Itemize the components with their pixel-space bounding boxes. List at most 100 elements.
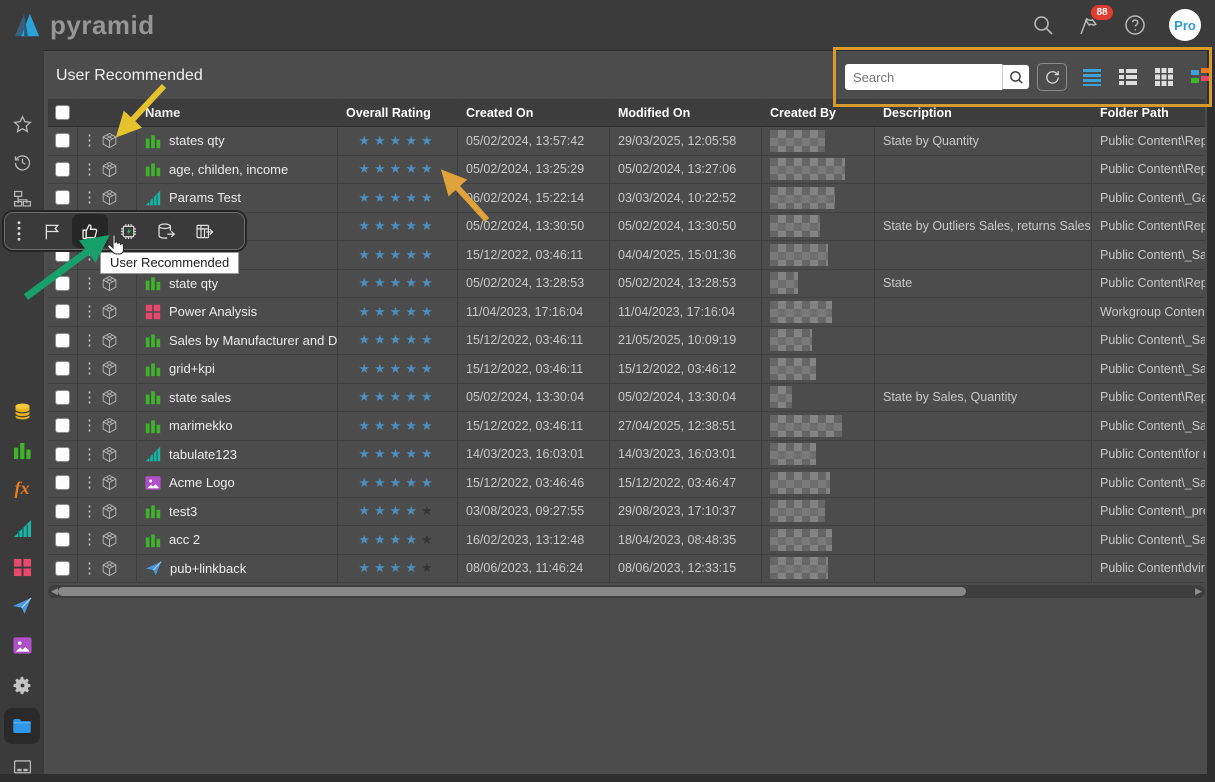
model-cube-icon[interactable] [100, 473, 119, 492]
toolbar-more-icon[interactable] [6, 214, 32, 248]
row-name-cell[interactable]: grid+kpi [137, 355, 338, 383]
row-checkbox[interactable] [55, 475, 70, 490]
model-cube-icon[interactable] [100, 331, 119, 350]
scroll-left-arrow[interactable]: ◀ [51, 586, 58, 597]
row-menu-icon[interactable]: ⋮ [82, 448, 90, 461]
scroll-right-arrow[interactable]: ▶ [1195, 586, 1202, 597]
row-name-cell[interactable]: state sales [137, 384, 338, 412]
table-row[interactable]: ⋮ pub+linkback ★★★★★ 08/06/2023, 11:46:2… [48, 555, 1205, 584]
row-name-cell[interactable]: tabulate123 [137, 441, 338, 469]
table-row[interactable]: ⋮ Acme Logo ★★★★★ 15/12/2022, 03:46:46 1… [48, 469, 1205, 498]
header-created-on[interactable]: Created On [458, 99, 610, 126]
user-recommended-button[interactable] [72, 214, 108, 248]
formulate-icon[interactable]: fx [4, 470, 40, 506]
row-menu-icon[interactable]: ⋮ [82, 533, 90, 546]
model-cube-icon[interactable] [100, 530, 119, 549]
row-checkbox[interactable] [55, 504, 70, 519]
global-search-icon[interactable] [1031, 13, 1055, 37]
illustrate-icon[interactable] [4, 627, 40, 663]
list-view-button[interactable] [1081, 66, 1103, 88]
row-checkbox[interactable] [55, 418, 70, 433]
table-row[interactable]: ⋮ age, childen, income ★★★★★ 05/02/2024,… [48, 156, 1205, 185]
row-menu-icon[interactable]: ⋮ [82, 391, 90, 404]
refresh-button[interactable] [1037, 63, 1067, 91]
data-export-button[interactable] [148, 214, 184, 248]
header-folder-path[interactable]: Folder Path [1092, 99, 1205, 126]
table-row[interactable]: ⋮ grid+kpi ★★★★★ 15/12/2022, 03:46:11 15… [48, 355, 1205, 384]
row-menu-icon[interactable]: ⋮ [82, 334, 90, 347]
row-name-cell[interactable]: pub+linkback [137, 555, 338, 583]
help-icon[interactable] [1123, 13, 1147, 37]
row-name-cell[interactable]: Power Analysis [137, 298, 338, 326]
row-name-cell[interactable]: marimekko [137, 412, 338, 440]
table-row[interactable]: ⋮ tabulate123 ★★★★★ 14/03/2023, 16:03:01… [48, 441, 1205, 470]
row-name-cell[interactable]: states qty [137, 127, 338, 155]
table-row[interactable]: ⋮ Params Test ★★★★★ 06/02/2024, 15:22:14… [48, 184, 1205, 213]
select-all-checkbox-box[interactable] [55, 105, 70, 120]
publish-icon[interactable] [4, 588, 40, 624]
admin-settings-icon[interactable] [4, 667, 40, 703]
scrollbar-thumb[interactable] [58, 587, 966, 596]
detail-view-button[interactable] [1117, 66, 1139, 88]
tabulate-icon[interactable] [4, 510, 40, 546]
user-avatar[interactable]: Pro [1169, 9, 1201, 41]
header-overall-rating[interactable]: Overall Rating [338, 99, 458, 126]
model-cube-icon[interactable] [100, 445, 119, 464]
select-all-checkbox[interactable] [48, 99, 78, 126]
row-name-cell[interactable]: test3 [137, 498, 338, 526]
row-checkbox[interactable] [55, 532, 70, 547]
row-menu-icon[interactable]: ⋮ [82, 505, 90, 518]
model-cube-icon[interactable] [100, 388, 119, 407]
row-name-cell[interactable]: Params Test [137, 184, 338, 212]
row-name-cell[interactable]: Acme Logo [137, 469, 338, 497]
header-description[interactable]: Description [875, 99, 1092, 126]
row-name-cell[interactable]: Sales by Manufacturer and Dem [137, 327, 338, 355]
row-menu-icon[interactable]: ⋮ [82, 248, 90, 261]
row-checkbox[interactable] [55, 333, 70, 348]
search-go-button[interactable] [1002, 64, 1030, 90]
table-row[interactable]: ⋮ state sales ★★★★★ 05/02/2024, 13:30:04… [48, 384, 1205, 413]
row-menu-icon[interactable]: ⋮ [82, 419, 90, 432]
table-row[interactable]: ⋮ states qty ★★★★★ 05/02/2024, 13:57:42 … [48, 127, 1205, 156]
table-row[interactable]: ⋮ Sales by Manufacturer and Dem ★★★★★ 15… [48, 327, 1205, 356]
model-cube-icon[interactable] [100, 359, 119, 378]
flag-button[interactable] [34, 214, 70, 248]
present-mode-icon[interactable] [4, 749, 40, 782]
recent-history-icon[interactable] [4, 144, 40, 180]
row-menu-icon[interactable]: ⋮ [82, 163, 90, 176]
row-checkbox[interactable] [55, 561, 70, 576]
header-modified-on[interactable]: Modified On [610, 99, 762, 126]
header-name[interactable]: Name [137, 99, 338, 126]
table-row[interactable]: ⋮ acc 2 ★★★★★ 16/02/2023, 13:12:48 18/04… [48, 526, 1205, 555]
row-name-cell[interactable]: acc 2 [137, 526, 338, 554]
model-cube-icon[interactable] [100, 502, 119, 521]
hierarchy-icon[interactable] [4, 180, 40, 216]
model-cube-icon[interactable] [100, 131, 119, 150]
row-menu-icon[interactable]: ⋮ [82, 134, 90, 147]
row-menu-icon[interactable]: ⋮ [82, 562, 90, 575]
table-row[interactable]: ⋮ Power Analysis ★★★★★ 11/04/2023, 17:16… [48, 298, 1205, 327]
tile-view-button[interactable] [1189, 66, 1211, 88]
model-cube-icon[interactable] [100, 274, 119, 293]
favorites-icon[interactable] [4, 106, 40, 142]
ai-chip-button[interactable] [110, 214, 146, 248]
row-checkbox[interactable] [55, 162, 70, 177]
model-cube-icon[interactable] [100, 302, 119, 321]
model-cube-icon[interactable] [100, 188, 119, 207]
row-name-cell[interactable]: age, childen, income [137, 156, 338, 184]
row-checkbox[interactable] [55, 276, 70, 291]
row-menu-icon[interactable]: ⋮ [82, 476, 90, 489]
table-export-button[interactable] [186, 214, 222, 248]
header-created-by[interactable]: Created By [762, 99, 875, 126]
model-cube-icon[interactable] [100, 559, 119, 578]
row-menu-icon[interactable]: ⋮ [82, 305, 90, 318]
row-menu-icon[interactable]: ⋮ [82, 277, 90, 290]
grid-view-button[interactable] [1153, 66, 1175, 88]
row-checkbox[interactable] [55, 390, 70, 405]
horizontal-scrollbar[interactable]: ◀ ▶ [48, 585, 1205, 598]
discover-icon[interactable] [4, 432, 40, 468]
row-checkbox[interactable] [55, 190, 70, 205]
table-row[interactable]: ⋮ test3 ★★★★★ 03/08/2023, 09:27:55 29/08… [48, 498, 1205, 527]
alerts-icon[interactable]: 88 [1077, 13, 1101, 37]
pyramid-logo[interactable]: pyramid [12, 9, 155, 41]
